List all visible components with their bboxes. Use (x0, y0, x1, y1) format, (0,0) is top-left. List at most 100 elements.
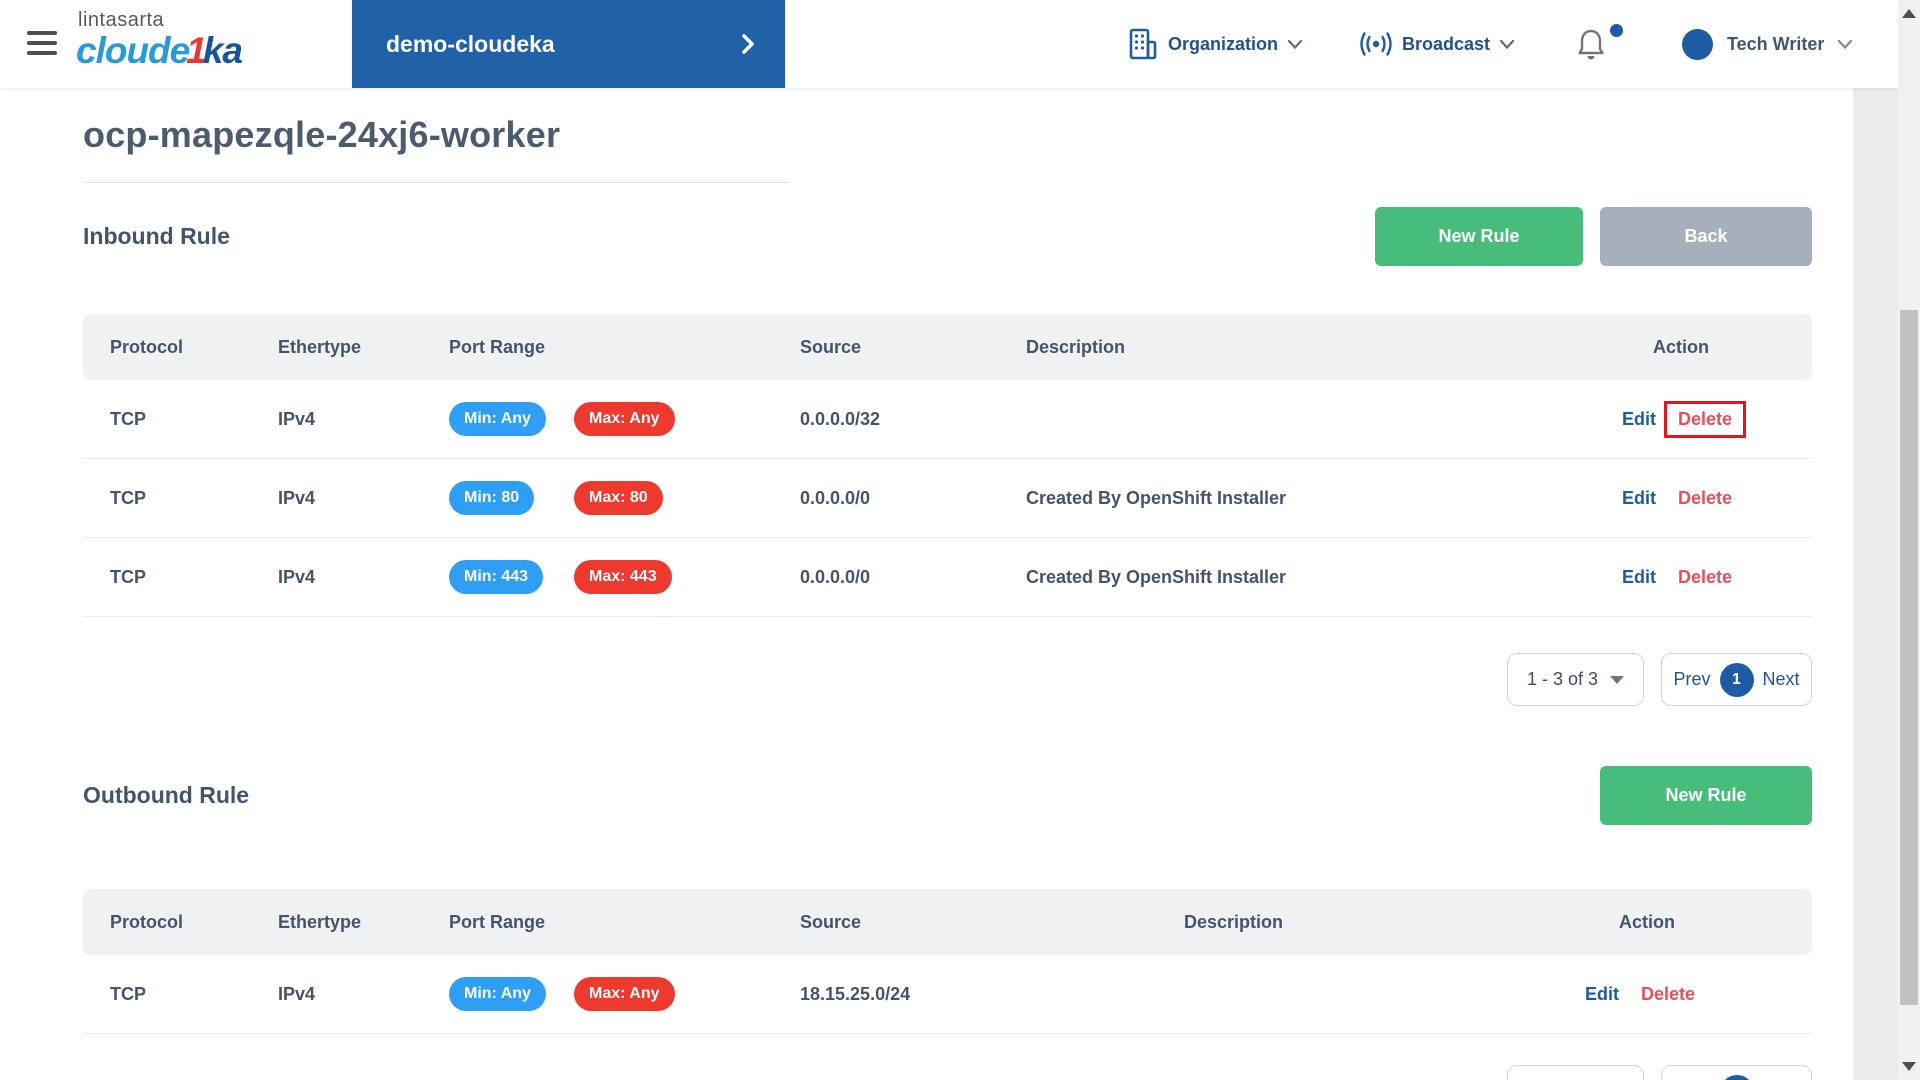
port-min-badge: Min: 80 (449, 481, 535, 515)
port-min-badge: Min: 443 (449, 560, 544, 594)
column-header: Description (1026, 336, 1126, 357)
delete-link[interactable]: Delete (1641, 984, 1695, 1004)
cell-port-range: Min: Any Max: Any (449, 402, 800, 436)
prev-button[interactable]: Prev (1673, 669, 1710, 690)
cell-ethertype: IPv4 (278, 566, 316, 587)
app-window: lintasarta cloude1ka demo-cloudeka Organ… (0, 0, 1920, 1080)
cell-action: Edit Delete (1622, 480, 1812, 517)
column-header: Description (1184, 911, 1284, 932)
current-page-badge[interactable]: 1 (1719, 662, 1754, 697)
column-header: Protocol (110, 336, 184, 357)
pager[interactable] (1661, 1065, 1812, 1080)
organization-label: Organization (1168, 33, 1279, 54)
cell-protocol: TCP (110, 408, 146, 429)
cell-action: Edit Delete (1622, 400, 1812, 438)
cell-port-range: Min: 443 Max: 443 (449, 560, 800, 594)
vertical-scrollbar[interactable] (1898, 0, 1920, 1080)
inbound-pagination: 1 - 3 of 3 Prev 1 Next (83, 653, 1812, 706)
cell-ethertype: IPv4 (278, 408, 316, 429)
port-min-badge: Min: Any (449, 977, 546, 1011)
edit-link[interactable]: Edit (1622, 567, 1656, 588)
port-max-badge: Max: Any (574, 977, 675, 1011)
cloudeka-logo: lintasarta cloude1ka (76, 9, 243, 71)
delete-link[interactable]: Delete (1678, 488, 1732, 508)
cell-description: Created By OpenShift Installer (1026, 566, 1287, 587)
inbound-table-body: TCP IPv4 Min: Any Max: Any 0.0.0.0/32 Ed… (83, 380, 1812, 617)
cell-protocol: TCP (110, 983, 146, 1004)
broadcast-icon (1360, 32, 1392, 56)
port-max-badge: Max: 80 (574, 481, 663, 515)
delete-link[interactable]: Delete (1678, 567, 1732, 587)
logo-lintasarta: lintasarta (78, 9, 165, 31)
cell-action: Edit Delete (1622, 559, 1812, 596)
back-button[interactable]: Back (1600, 207, 1812, 266)
chevron-down-icon (1838, 39, 1853, 49)
cell-source: 0.0.0.0/0 (800, 487, 871, 508)
delete-link[interactable]: Delete (1678, 409, 1732, 429)
column-header: Source (800, 336, 862, 357)
column-header: Source (800, 911, 862, 932)
cell-source: 18.15.25.0/24 (800, 983, 911, 1004)
inbound-new-rule-button[interactable]: New Rule (1375, 207, 1583, 266)
user-menu[interactable]: Tech Writer (1682, 0, 1853, 88)
cell-description: Created By OpenShift Installer (1026, 487, 1287, 508)
bell-icon (1578, 29, 1604, 60)
delete-highlight-box: Delete (1627, 976, 1709, 1013)
outbound-rules-table: Protocol Ethertype Port Range Source Des… (83, 889, 1812, 1034)
port-max-badge: Max: 443 (574, 560, 672, 594)
inbound-table-header: Protocol Ethertype Port Range Source Des… (83, 314, 1812, 380)
current-page-badge[interactable] (1719, 1074, 1754, 1080)
cell-protocol: TCP (110, 487, 146, 508)
divider (83, 182, 790, 183)
broadcast-menu[interactable]: Broadcast (1360, 0, 1515, 88)
outbound-pagination-partial (83, 1065, 1812, 1080)
top-header: lintasarta cloude1ka demo-cloudeka Organ… (0, 0, 1898, 88)
chevron-right-icon (741, 33, 755, 55)
outbound-rule-heading: Outbound Rule (83, 782, 250, 808)
scrollbar-thumb[interactable] (1900, 310, 1918, 1005)
logo-cloudeka: cloude1ka (76, 30, 243, 71)
scroll-down-arrow-icon[interactable] (1902, 1062, 1916, 1071)
cell-ethertype: IPv4 (278, 983, 316, 1004)
cell-port-range: Min: Any Max: Any (449, 977, 800, 1011)
cell-port-range: Min: 80 Max: 80 (449, 481, 800, 515)
column-header: Port Range (449, 336, 546, 357)
table-row: TCP IPv4 Min: Any Max: Any 0.0.0.0/32 Ed… (83, 380, 1812, 459)
outbound-new-rule-button[interactable]: New Rule (1600, 766, 1812, 825)
port-min-badge: Min: Any (449, 402, 546, 436)
broadcast-label: Broadcast (1402, 33, 1491, 54)
avatar (1682, 28, 1713, 60)
port-max-badge: Max: Any (574, 402, 675, 436)
organization-menu[interactable]: Organization (1128, 0, 1303, 88)
user-name: Tech Writer (1727, 33, 1825, 54)
page-size-dropdown[interactable]: 1 - 3 of 3 (1507, 653, 1644, 706)
column-header: Action (1653, 336, 1709, 357)
cell-protocol: TCP (110, 566, 146, 587)
pager: Prev 1 Next (1661, 653, 1812, 706)
page-size-dropdown[interactable] (1507, 1065, 1644, 1080)
notification-badge (1610, 24, 1623, 37)
caret-down-icon (1610, 675, 1625, 684)
scroll-up-arrow-icon[interactable] (1902, 9, 1916, 18)
next-button[interactable]: Next (1763, 669, 1800, 690)
table-row: TCP IPv4 Min: 80 Max: 80 0.0.0.0/0 Creat… (83, 459, 1812, 538)
page-title: ocp-mapezqle-24xj6-worker (83, 114, 561, 155)
column-header: Action (1619, 911, 1675, 932)
edit-link[interactable]: Edit (1585, 984, 1619, 1005)
delete-highlight-box: Delete (1664, 400, 1747, 438)
outbound-table-header: Protocol Ethertype Port Range Source Des… (83, 889, 1812, 955)
cell-ethertype: IPv4 (278, 487, 316, 508)
main-content: ocp-mapezqle-24xj6-worker Inbound Rule N… (0, 88, 1853, 1080)
edit-link[interactable]: Edit (1622, 488, 1656, 509)
menu-icon[interactable] (27, 31, 57, 57)
edit-link[interactable]: Edit (1622, 409, 1656, 430)
delete-highlight-box: Delete (1664, 480, 1746, 517)
chevron-down-icon (1500, 39, 1515, 49)
cell-source: 0.0.0.0/0 (800, 566, 871, 587)
column-header: Port Range (449, 911, 546, 932)
column-header: Ethertype (278, 911, 362, 932)
chevron-down-icon (1288, 39, 1303, 49)
notifications-button[interactable] (1576, 24, 1623, 62)
column-header: Ethertype (278, 336, 362, 357)
project-selector[interactable]: demo-cloudeka (352, 0, 785, 88)
